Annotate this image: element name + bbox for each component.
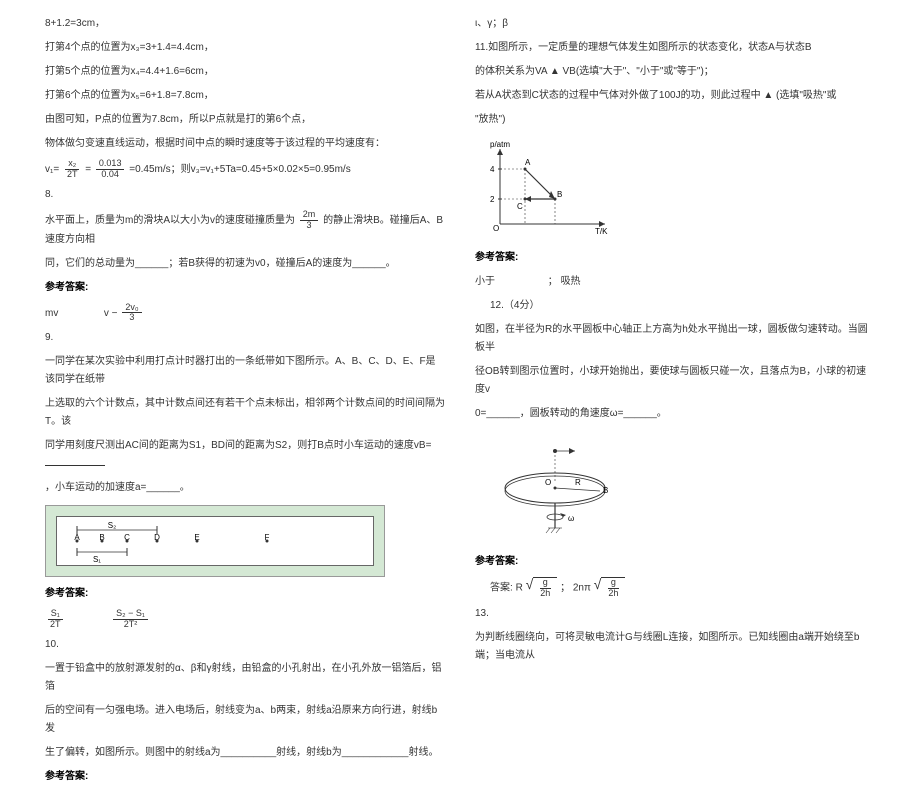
text-line: 径OB转到图示位置时，小球开始抛出，要使球与圆板只碰一次，且落点为B，小球的初速…	[475, 363, 875, 399]
text-line: 同，它们的总动量为______；若B获得的初速为v0，碰撞后A的速度为_____…	[45, 255, 445, 273]
fraction: S₁ 2T	[47, 609, 64, 630]
sqrt: √ g 2h	[526, 577, 558, 599]
answer-label: 参考答案:	[45, 585, 445, 603]
text-line: 0=______，圆板转动的角速度ω=______。	[475, 405, 875, 423]
svg-text:T/K: T/K	[595, 227, 608, 236]
svg-text:S₁: S₁	[93, 555, 101, 564]
fraction: x₂ 2T	[64, 159, 81, 180]
fraction: 2v₀ 3	[122, 303, 141, 324]
disk-diagram: O R B ω	[490, 433, 630, 543]
svg-text:C: C	[124, 533, 130, 542]
svg-text:O: O	[545, 478, 551, 487]
question-number: 8.	[45, 186, 445, 204]
fraction: 0.013 0.04	[96, 159, 125, 180]
var: v₁=	[45, 164, 59, 175]
svg-text:O: O	[493, 224, 499, 233]
text-line: 8+1.2=3cm，	[45, 15, 445, 33]
fraction: S₂ − S₁ 2T²	[113, 609, 148, 630]
svg-text:2: 2	[490, 195, 495, 204]
text-line: 生了偏转，如图所示。则图中的射线a为__________射线，射线b为_____…	[45, 744, 445, 762]
text-line: 上选取的六个计数点，其中计数点间还有若干个点未标出，相邻两个计数点间的时间间隔为…	[45, 395, 445, 431]
svg-text:B: B	[557, 190, 562, 199]
question-number: 10.	[45, 636, 445, 654]
text-line: ，小车运动的加速度a=______。	[45, 479, 445, 497]
answer-label: 参考答案:	[475, 553, 875, 571]
text-line: 物体做匀变速直线运动，根据时间中点的瞬时速度等于该过程的平均速度有：	[45, 135, 445, 153]
fraction: 2m 3	[300, 210, 319, 231]
left-column: 8+1.2=3cm， 打第4个点的位置为x₃=3+1.4=4.4cm， 打第5个…	[30, 15, 460, 636]
tape-svg: S₂ S₁ A B C D E F	[67, 518, 363, 564]
svg-text:S₂: S₂	[108, 521, 116, 530]
text-line: 由图可知，P点的位置为7.8cm，所以P点就是打的第6个点，	[45, 111, 445, 129]
tape-diagram: S₂ S₁ A B C D E F	[45, 505, 385, 577]
svg-text:E: E	[194, 533, 199, 542]
text-line: 为判断线圈绕向，可将灵敏电流计G与线圈L连接，如图所示。已知线圈由a端开始绕至b…	[475, 629, 875, 665]
svg-text:B: B	[99, 533, 104, 542]
right-column: ι、γ；β 11.如图所示，一定质量的理想气体发生如图所示的状态变化，状态A与状…	[460, 15, 890, 636]
answer-label: 参考答案:	[45, 768, 445, 786]
text-line: 若从A状态到C状态的过程中气体对外做了100J的功，则此过程中 ▲ (选填"吸热…	[475, 87, 875, 105]
svg-text:p/atm: p/atm	[490, 140, 510, 149]
text-line: 11.如图所示，一定质量的理想气体发生如图所示的状态变化，状态A与状态B	[475, 39, 875, 57]
blank	[45, 456, 105, 466]
formula-line: v₁= x₂ 2T = 0.013 0.04 =0.45m/s；则v₃=v₁+5…	[45, 159, 445, 180]
text-line: 如图，在半径为R的水平圆板中心轴正上方高为h处水平抛出一球，圆板做匀速转动。当圆…	[475, 321, 875, 357]
sqrt: √ g 2h	[594, 577, 626, 599]
text-line: 一置于铅盒中的放射源发射的α、β和γ射线，由铅盒的小孔射出，在小孔外放一铝箔后，…	[45, 660, 445, 696]
question-number: 9.	[45, 329, 445, 347]
svg-text:R: R	[575, 478, 581, 487]
answer-line: 小于 ； 吸热	[475, 273, 875, 291]
svg-text:4: 4	[490, 165, 495, 174]
answer-line: ι、γ；β	[475, 15, 875, 33]
svg-text:B: B	[603, 486, 608, 495]
text-line: 水平面上，质量为m的滑块A以大小为v的速度碰撞质量为 2m 3 的静止滑块B。碰…	[45, 210, 445, 249]
text-line: 打第4个点的位置为x₃=3+1.4=4.4cm，	[45, 39, 445, 57]
text-line: 同学用刻度尺测出AC间的距离为S1，BD间的距离为S2，则打B点时小车运动的速度…	[45, 437, 445, 473]
text-line: "放热")	[475, 111, 875, 129]
svg-text:ω: ω	[568, 514, 574, 523]
text-line: 的体积关系为VA ▲ VB(选填"大于"、"小于"或"等于")；	[475, 63, 875, 81]
svg-text:A: A	[74, 533, 80, 542]
svg-text:F: F	[265, 533, 270, 542]
text-line: 打第6个点的位置为x₅=6+1.8=7.8cm，	[45, 87, 445, 105]
text-line: 打第5个点的位置为x₄=4.4+1.6=6cm，	[45, 63, 445, 81]
answer-label: 参考答案:	[475, 249, 875, 267]
answer-label: 参考答案:	[45, 279, 445, 297]
question-number: 12.（4分）	[490, 297, 875, 315]
pt-graph: p/atm T/K O 4 2 A B C	[485, 139, 615, 239]
text-line: 后的空间有一匀强电场。进入电场后，射线变为a、b两束，射线a沿原来方向行进，射线…	[45, 702, 445, 738]
answer-line: mv v − 2v₀ 3	[45, 303, 445, 324]
answer-line: S₁ 2T S₂ − S₁ 2T²	[45, 609, 445, 630]
question-number: 13.	[475, 605, 875, 623]
answer-line: 答案: R √ g 2h ； 2nπ √ g 2h	[490, 577, 875, 599]
text-line: 一同学在某次实验中利用打点计时器打出的一条纸带如下图所示。A、B、C、D、E、F…	[45, 353, 445, 389]
svg-text:D: D	[154, 533, 160, 542]
svg-text:A: A	[525, 158, 531, 167]
svg-text:C: C	[517, 202, 523, 211]
